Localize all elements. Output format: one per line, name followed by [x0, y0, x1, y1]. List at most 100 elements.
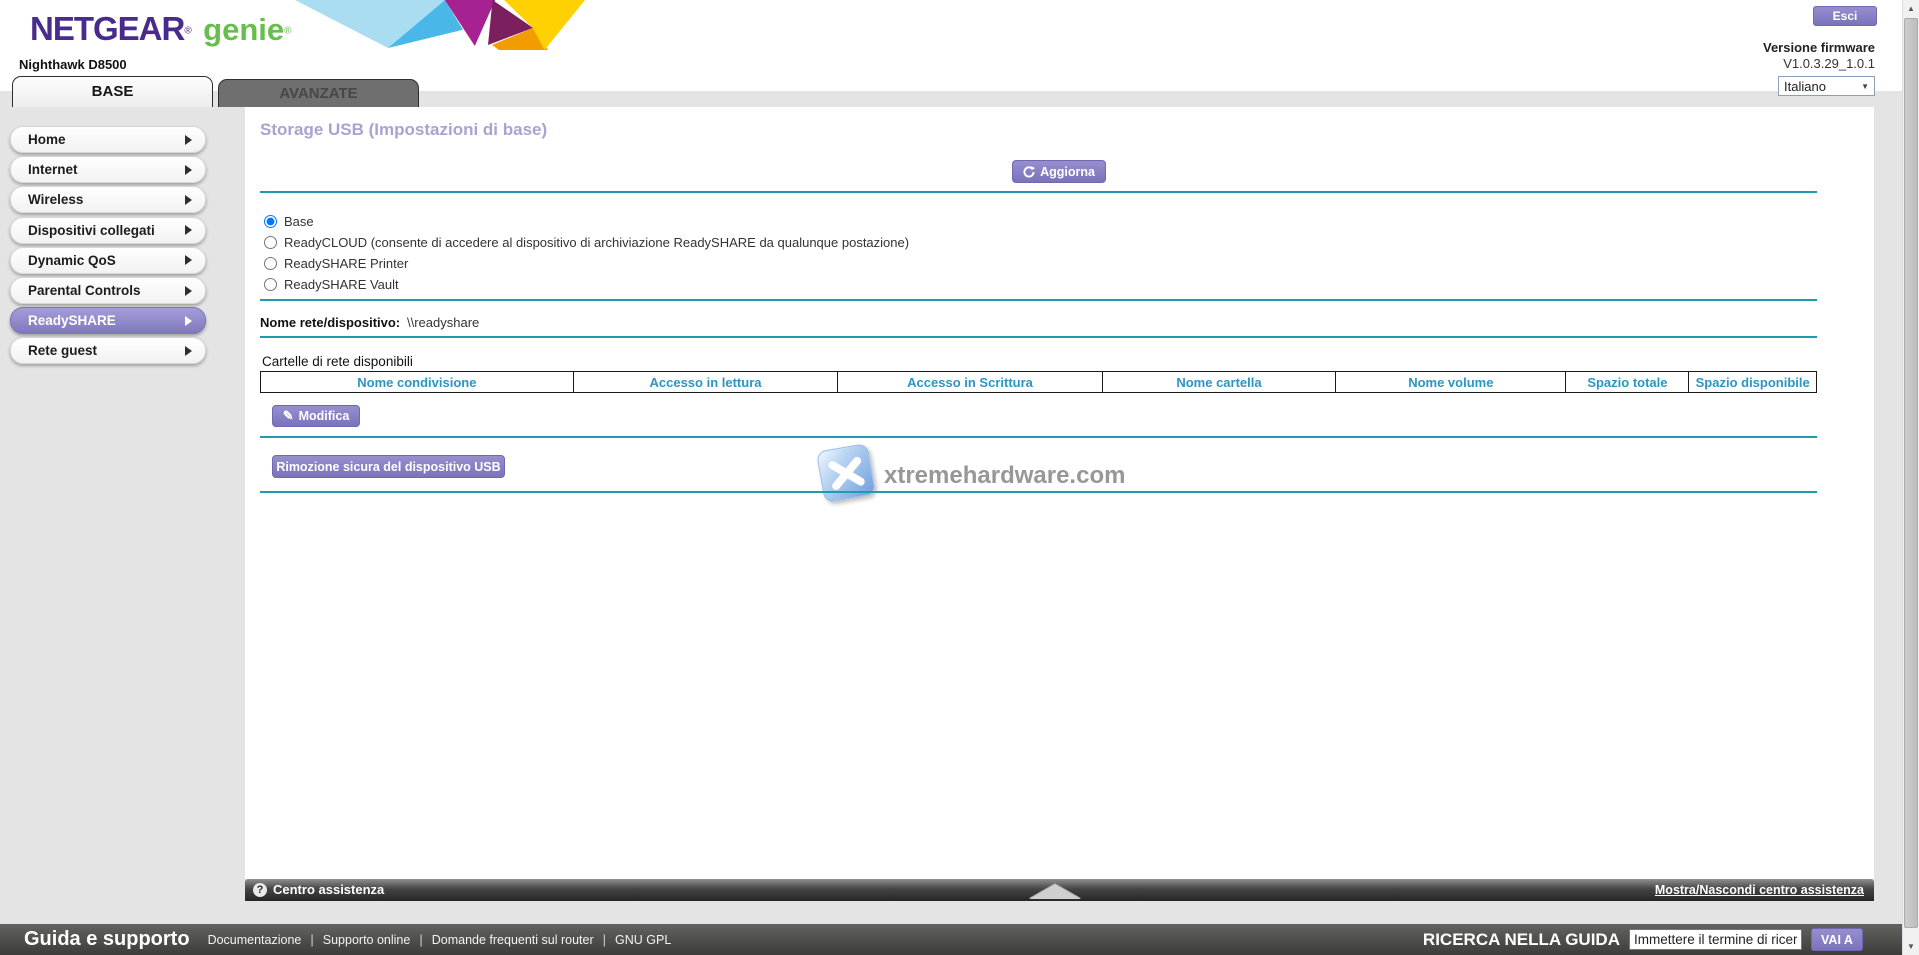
- refresh-button-label: Aggiorna: [1040, 165, 1095, 179]
- chevron-right-icon: [185, 255, 192, 265]
- column-header-accesso-in-lettura: Accesso in lettura: [573, 372, 838, 393]
- search-go-button[interactable]: VAI A: [1811, 928, 1863, 951]
- help-center-left: ? Centro assistenza: [253, 882, 384, 897]
- show-hide-help-link[interactable]: Mostra/Nascondi centro assistenza: [1655, 883, 1864, 897]
- sidebar-item-label: ReadySHARE: [28, 313, 116, 328]
- footer-links: Documentazione | Supporto online | Domande f…: [208, 932, 672, 947]
- tab-base[interactable]: BASE: [12, 76, 213, 107]
- netgear-genie-window: NETGEAR® genie® Nighthawk D8500 Esci Ver…: [0, 0, 1919, 955]
- sidebar-item-label: Wireless: [28, 192, 83, 207]
- link-separator: |: [419, 932, 422, 947]
- help-search-input[interactable]: [1629, 929, 1802, 950]
- footer-link-documentazione[interactable]: Documentazione: [208, 933, 302, 947]
- sidebar-item-rete-guest[interactable]: Rete guest: [10, 337, 206, 364]
- radio-label: Base: [284, 214, 314, 229]
- radio-label: ReadyCLOUD (consente di accedere al disp…: [284, 235, 909, 250]
- divider: [260, 491, 1817, 493]
- radio-label: ReadySHARE Printer: [284, 256, 408, 271]
- usb-mode-option-readyshare-printer[interactable]: ReadySHARE Printer: [264, 253, 909, 274]
- folders-label: Cartelle di rete disponibili: [262, 354, 413, 369]
- network-folders-table: Nome condivisioneAccesso in letturaAcces…: [260, 371, 1817, 393]
- link-separator: |: [310, 932, 313, 947]
- chevron-right-icon: [185, 135, 192, 145]
- logout-button[interactable]: Esci: [1813, 6, 1877, 26]
- collapse-arrow-icon[interactable]: [1029, 884, 1081, 899]
- radio-button[interactable]: [264, 278, 277, 291]
- chevron-right-icon: [185, 195, 192, 205]
- watermark-text: xtremehardware.com: [884, 462, 1125, 490]
- column-header-nome-volume: Nome volume: [1336, 372, 1566, 393]
- refresh-icon: [1023, 166, 1035, 178]
- chevron-down-icon: ▼: [1861, 82, 1869, 91]
- chevron-right-icon: [185, 316, 192, 326]
- netgear-genie-logo: NETGEAR® genie®: [30, 10, 292, 48]
- device-name: Nighthawk D8500: [19, 57, 127, 72]
- edit-button[interactable]: ✎ Modifica: [272, 405, 360, 427]
- footer-bar: Guida e supporto Documentazione | Supporto…: [0, 924, 1919, 955]
- sidebar-item-label: Dynamic QoS: [28, 253, 116, 268]
- scroll-up-arrow-icon[interactable]: ▲: [1903, 0, 1919, 17]
- divider: [260, 436, 1817, 438]
- footer-link-domande-frequenti-sul-router[interactable]: Domande frequenti sul router: [432, 933, 594, 947]
- help-center-bar: ? Centro assistenza Mostra/Nascondi cent…: [245, 879, 1874, 901]
- sidebar-item-home[interactable]: Home: [10, 126, 206, 153]
- sidebar-item-parental-controls[interactable]: Parental Controls: [10, 277, 206, 304]
- xtremehardware-x-icon: [816, 443, 876, 503]
- sidebar-item-readyshare[interactable]: ReadySHARE: [10, 307, 206, 334]
- tab-avanzate[interactable]: AVANZATE: [218, 79, 419, 107]
- sidebar-item-label: Dispositivi collegati: [28, 223, 155, 238]
- link-separator: |: [603, 932, 606, 947]
- language-select[interactable]: Italiano ▼: [1778, 76, 1875, 96]
- divider: [260, 299, 1817, 301]
- network-name-value: \\readyshare: [407, 315, 479, 330]
- help-support-title: Guida e supporto: [24, 928, 190, 951]
- vertical-scrollbar[interactable]: ▲ ▼: [1902, 0, 1919, 955]
- column-header-nome-cartella: Nome cartella: [1102, 372, 1335, 393]
- usb-mode-option-readycloud-consente[interactable]: ReadyCLOUD (consente di accedere al disp…: [264, 232, 909, 253]
- usb-mode-option-base-[interactable]: Base: [264, 211, 909, 232]
- radio-label: ReadySHARE Vault: [284, 277, 399, 292]
- column-header-spazio-totale: Spazio totale: [1566, 372, 1689, 393]
- help-search-label: RICERCA NELLA GUIDA: [1423, 930, 1620, 950]
- page-title: Storage USB (Impostazioni di base): [260, 120, 547, 140]
- usb-mode-options: Base ReadyCLOUD (consente di accedere al …: [264, 211, 909, 295]
- radio-button[interactable]: [264, 236, 277, 249]
- language-value: Italiano: [1784, 79, 1826, 94]
- chevron-right-icon: [185, 286, 192, 296]
- network-name-label: Nome rete/dispositivo:: [260, 315, 400, 330]
- column-header-spazio-disponibile: Spazio disponibile: [1689, 372, 1817, 393]
- registered-mark: ®: [284, 26, 291, 37]
- safe-remove-usb-button[interactable]: Rimozione sicura del dispositivo USB: [272, 455, 505, 478]
- sidebar-item-label: Internet: [28, 162, 78, 177]
- edit-button-label: Modifica: [299, 409, 350, 423]
- pencil-icon: ✎: [283, 409, 294, 422]
- sidebar-item-dispositivi-collegati[interactable]: Dispositivi collegati: [10, 217, 206, 244]
- sidebar-item-label: Home: [28, 132, 66, 147]
- chevron-right-icon: [185, 165, 192, 175]
- table-header-row: Nome condivisioneAccesso in letturaAcces…: [261, 372, 1817, 393]
- registered-mark: ®: [184, 26, 191, 37]
- help-center-label: Centro assistenza: [273, 882, 384, 897]
- radio-button[interactable]: [264, 257, 277, 270]
- firmware-label: Versione firmware: [1763, 40, 1875, 55]
- sidebar-item-label: Rete guest: [28, 343, 97, 358]
- genie-wordmark: genie: [203, 12, 284, 47]
- footer-link-supporto-online[interactable]: Supporto online: [323, 933, 411, 947]
- sidebar-item-label: Parental Controls: [28, 283, 141, 298]
- question-mark-icon: ?: [253, 883, 267, 897]
- column-header-nome-condivisione: Nome condivisione: [261, 372, 574, 393]
- chevron-right-icon: [185, 225, 192, 235]
- firmware-version: V1.0.3.29_1.0.1: [1783, 56, 1875, 71]
- scroll-down-arrow-icon[interactable]: ▼: [1903, 938, 1919, 955]
- divider: [260, 336, 1817, 338]
- usb-mode-option-readyshare-vault[interactable]: ReadySHARE Vault: [264, 274, 909, 295]
- netgear-wordmark: NETGEAR: [30, 10, 184, 47]
- refresh-button[interactable]: Aggiorna: [1012, 160, 1106, 183]
- radio-button[interactable]: [264, 215, 277, 228]
- column-header-accesso-in-scrittura: Accesso in Scrittura: [838, 372, 1103, 393]
- footer-link-gnu-gpl[interactable]: GNU GPL: [615, 933, 671, 947]
- sidebar-item-wireless[interactable]: Wireless: [10, 186, 206, 213]
- scrollbar-thumb[interactable]: [1904, 18, 1918, 928]
- sidebar-item-dynamic-qos[interactable]: Dynamic QoS: [10, 247, 206, 274]
- sidebar-item-internet[interactable]: Internet: [10, 156, 206, 183]
